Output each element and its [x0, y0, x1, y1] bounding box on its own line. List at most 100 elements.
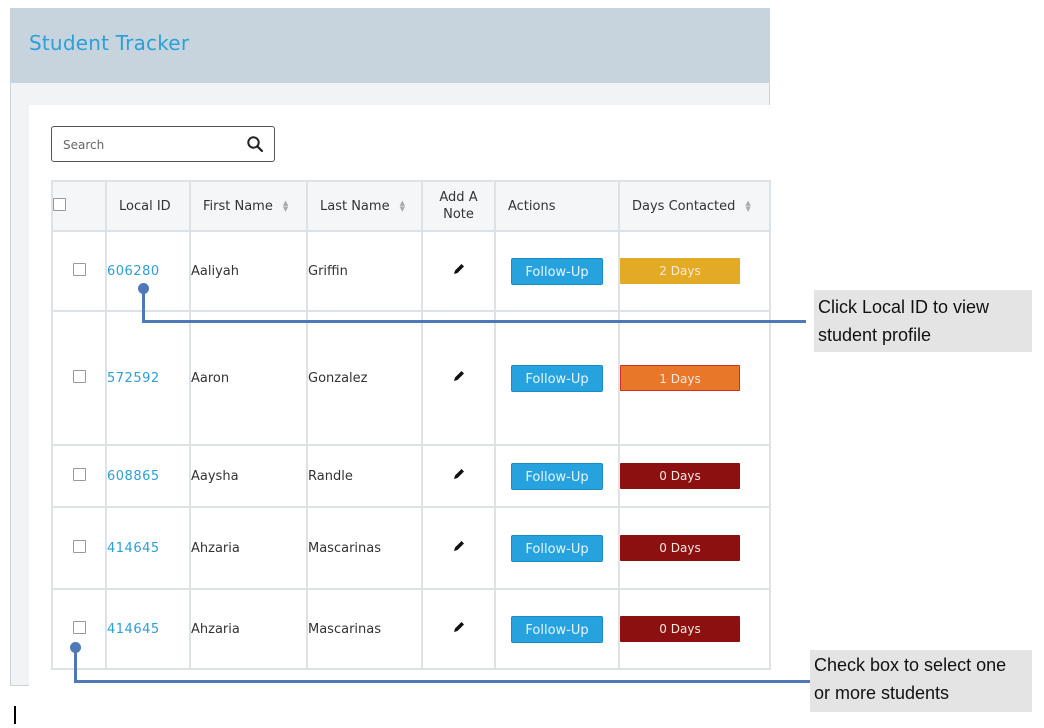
actions-cell: Follow-Up — [494, 444, 620, 508]
last-name-cell: Mascarinas — [306, 506, 423, 590]
follow-up-button[interactable]: Follow-Up — [511, 462, 603, 490]
text-cursor — [14, 706, 16, 724]
column-header-last-name[interactable]: Last Name ▲ ▼ — [306, 180, 423, 232]
actions-cell: Follow-Up — [494, 588, 620, 670]
student-table: Local ID First Name ▲ ▼ Last Name ▲ ▼ Ad… — [51, 180, 771, 670]
follow-up-button[interactable]: Follow-Up — [511, 615, 603, 643]
row-checkbox[interactable] — [72, 369, 86, 383]
last-name-cell: Mascarinas — [306, 588, 423, 670]
local-id-link[interactable]: 414645 — [107, 622, 160, 637]
days-contacted-cell: 0 Days — [618, 506, 771, 590]
table-row: 606280 Aaliyah Griffin Follow-Up 2 Days — [51, 230, 771, 312]
last-name-header-label: Last Name — [320, 198, 390, 214]
local-id-cell: 572592 — [105, 310, 191, 446]
first-name-cell: Aaysha — [189, 444, 308, 508]
last-name-cell: Griffin — [306, 230, 423, 312]
checkbox-connector-line — [74, 647, 77, 683]
local-id-callout-line2: student profile — [818, 325, 932, 345]
row-checkbox[interactable] — [72, 467, 86, 481]
follow-up-button[interactable]: Follow-Up — [511, 364, 603, 392]
pencil-icon[interactable] — [452, 262, 466, 276]
first-name-cell: Aaron — [189, 310, 308, 446]
select-all-cell — [51, 180, 107, 232]
content-panel: Search Local ID First Name ▲ ▼ Last Name… — [29, 105, 771, 687]
table-row: 572592 Aaron Gonzalez Follow-Up 1 Days — [51, 310, 771, 446]
row-select-cell — [51, 444, 107, 508]
column-header-days-contacted[interactable]: Days Contacted ▲ ▼ — [618, 180, 771, 232]
follow-up-button[interactable]: Follow-Up — [511, 534, 603, 562]
local-id-header-label: Local ID — [119, 198, 171, 214]
app-header: Student Tracker — [11, 9, 769, 83]
local-id-connector-line — [142, 288, 145, 322]
days-contacted-cell: 2 Days — [618, 230, 771, 312]
local-id-link[interactable]: 572592 — [107, 371, 160, 386]
local-id-cell: 414645 — [105, 588, 191, 670]
search-placeholder: Search — [63, 138, 105, 152]
days-contacted-badge: 0 Days — [620, 535, 740, 561]
local-id-cell: 608865 — [105, 444, 191, 508]
follow-up-button[interactable]: Follow-Up — [511, 257, 603, 285]
actions-header-label: Actions — [508, 198, 556, 214]
add-note-cell — [421, 310, 496, 446]
last-name-cell: Randle — [306, 444, 423, 508]
days-contacted-badge: 1 Days — [620, 365, 740, 391]
row-select-cell — [51, 230, 107, 312]
search-icon[interactable] — [246, 135, 264, 153]
pencil-icon[interactable] — [452, 539, 466, 553]
row-select-cell — [51, 506, 107, 590]
days-contacted-badge: 0 Days — [620, 616, 740, 642]
add-note-header-label: Add A Note — [439, 190, 478, 222]
student-tracker-window: Student Tracker Search Local ID First Na… — [10, 8, 771, 687]
column-header-actions: Actions — [494, 180, 620, 232]
actions-cell: Follow-Up — [494, 506, 620, 590]
sort-icon[interactable]: ▲ ▼ — [400, 200, 405, 213]
local-id-callout-line1: Click Local ID to view — [818, 297, 990, 317]
actions-cell: Follow-Up — [494, 230, 620, 312]
column-header-first-name[interactable]: First Name ▲ ▼ — [189, 180, 308, 232]
pencil-icon[interactable] — [452, 467, 466, 481]
row-checkbox[interactable] — [72, 262, 86, 276]
row-select-cell — [51, 310, 107, 446]
local-id-link[interactable]: 606280 — [107, 264, 160, 279]
pencil-icon[interactable] — [452, 369, 466, 383]
row-select-cell — [51, 588, 107, 670]
row-checkbox[interactable] — [72, 620, 86, 634]
add-note-cell — [421, 444, 496, 508]
add-note-cell — [421, 588, 496, 670]
days-contacted-cell: 0 Days — [618, 444, 771, 508]
add-note-cell — [421, 506, 496, 590]
page-title: Student Tracker — [29, 31, 190, 55]
search-input[interactable]: Search — [51, 126, 275, 162]
days-contacted-badge: 2 Days — [620, 258, 740, 284]
days-contacted-cell: 0 Days — [618, 588, 771, 670]
first-name-cell: Ahzaria — [189, 506, 308, 590]
select-all-checkbox[interactable] — [53, 197, 66, 211]
row-checkbox[interactable] — [72, 539, 86, 553]
table-row: 414645 Ahzaria Mascarinas Follow-Up 0 Da… — [51, 588, 771, 670]
days-contacted-cell: 1 Days — [618, 310, 771, 446]
first-name-cell: Ahzaria — [189, 588, 308, 670]
table-header-row: Local ID First Name ▲ ▼ Last Name ▲ ▼ Ad… — [51, 180, 771, 232]
local-id-link[interactable]: 608865 — [107, 469, 160, 484]
local-id-connector-line — [142, 320, 806, 323]
last-name-cell: Gonzalez — [306, 310, 423, 446]
local-id-cell: 606280 — [105, 230, 191, 312]
checkbox-callout-line1: Check box to select one — [814, 655, 1007, 675]
first-name-header-label: First Name — [203, 198, 273, 214]
days-contacted-header-label: Days Contacted — [632, 198, 736, 214]
table-row: 414645 Ahzaria Mascarinas Follow-Up 0 Da… — [51, 506, 771, 590]
checkbox-callout: Check box to select one or more students — [810, 650, 1032, 712]
pencil-icon[interactable] — [452, 620, 466, 634]
local-id-link[interactable]: 414645 — [107, 541, 160, 556]
column-header-add-note: Add A Note — [421, 180, 496, 232]
sort-icon[interactable]: ▲ ▼ — [745, 200, 750, 213]
days-contacted-badge: 0 Days — [620, 463, 740, 489]
local-id-callout: Click Local ID to view student profile — [814, 290, 1032, 352]
sort-icon[interactable]: ▲ ▼ — [283, 200, 288, 213]
actions-cell: Follow-Up — [494, 310, 620, 446]
checkbox-connector-line — [74, 680, 812, 683]
table-row: 608865 Aaysha Randle Follow-Up 0 Days — [51, 444, 771, 508]
first-name-cell: Aaliyah — [189, 230, 308, 312]
column-header-local-id: Local ID — [105, 180, 191, 232]
add-note-cell — [421, 230, 496, 312]
